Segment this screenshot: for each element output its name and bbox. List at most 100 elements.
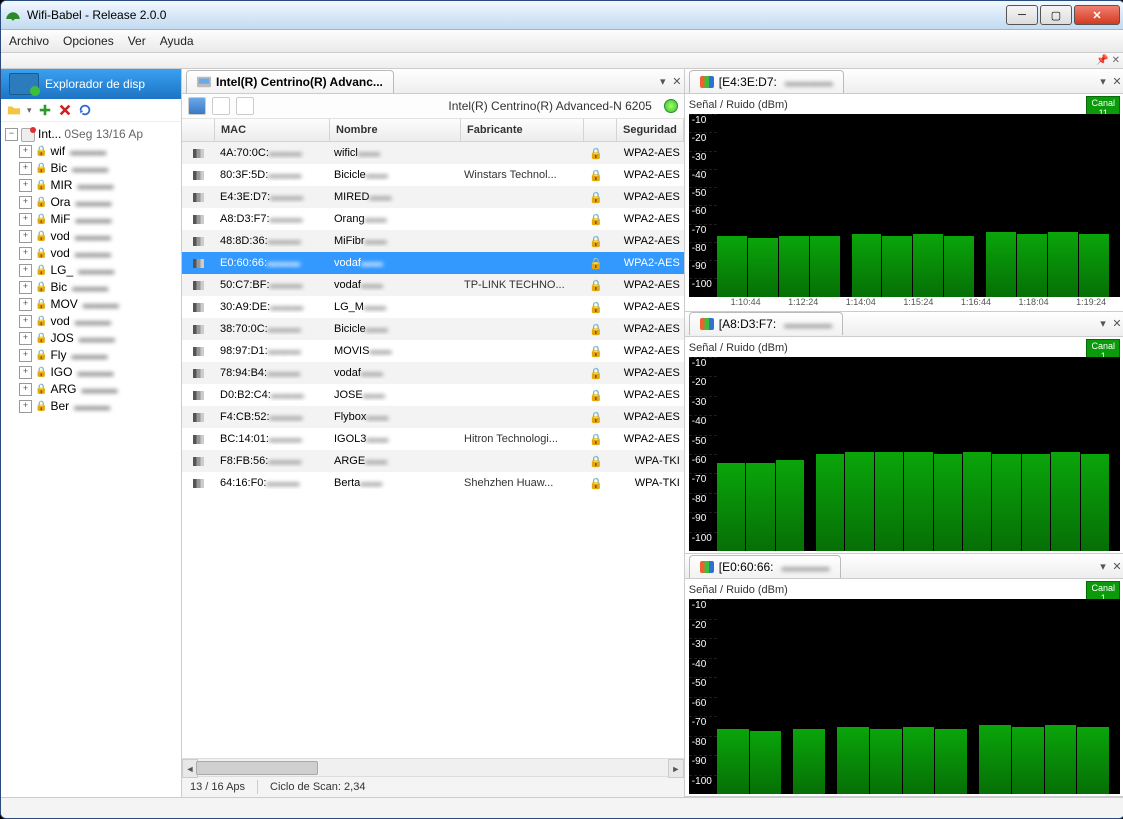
signal-icon bbox=[182, 193, 214, 202]
folder-icon[interactable] bbox=[7, 103, 21, 117]
center-tabbar: Intel(R) Centrino(R) Advanc... ▾ ✕ bbox=[182, 69, 684, 94]
table-row[interactable]: 38:70:0C:▬▬▬Bicicle▬▬🔒WPA2-AES bbox=[182, 318, 684, 340]
scroll-right-icon[interactable]: ► bbox=[668, 759, 684, 778]
expand-icon[interactable]: + bbox=[19, 196, 32, 209]
expand-icon[interactable]: + bbox=[19, 264, 32, 277]
signal-icon bbox=[182, 259, 214, 268]
tab-menu-icon[interactable]: ▾ bbox=[1096, 317, 1110, 330]
save-icon[interactable] bbox=[188, 97, 206, 115]
lock-icon: 🔒 bbox=[35, 194, 47, 211]
chart-plot: -10-20-30-40-50-60-70-80-90-100 bbox=[689, 357, 1120, 552]
expand-icon[interactable]: + bbox=[19, 366, 32, 379]
tab-close-icon[interactable]: ✕ bbox=[1110, 317, 1123, 330]
lock-icon: 🔒 bbox=[580, 213, 612, 226]
close-button[interactable]: ✕ bbox=[1074, 5, 1120, 25]
table-row[interactable]: 4A:70:0C:▬▬▬wificl▬▬🔒WPA2-AES bbox=[182, 142, 684, 164]
maximize-button[interactable]: ▢ bbox=[1040, 5, 1072, 25]
tool-icon-3[interactable] bbox=[236, 97, 254, 115]
device-tree[interactable]: −Int... 0Seg 13/16 Ap+🔒wif▬▬▬+🔒Bic▬▬▬+🔒M… bbox=[1, 122, 181, 797]
menu-view[interactable]: Ver bbox=[128, 34, 146, 48]
titlebar[interactable]: Wifi-Babel - Release 2.0.0 ─ ▢ ✕ bbox=[1, 1, 1123, 30]
minimize-button[interactable]: ─ bbox=[1006, 5, 1038, 25]
expand-icon[interactable]: + bbox=[19, 247, 32, 260]
menu-file[interactable]: Archivo bbox=[9, 34, 49, 48]
table-row[interactable]: D0:B2:C4:▬▬▬JOSE▬▬🔒WPA2-AES bbox=[182, 384, 684, 406]
tree-item[interactable]: +🔒IGO▬▬▬ bbox=[3, 364, 179, 381]
tree-item[interactable]: +🔒MOV▬▬▬ bbox=[3, 296, 179, 313]
center-statusbar: 13 / 16 Aps Ciclo de Scan: 2,34 bbox=[182, 776, 684, 797]
dropdown-icon[interactable]: ▾ bbox=[27, 105, 32, 116]
expand-icon[interactable]: + bbox=[19, 298, 32, 311]
tree-item[interactable]: +🔒Fly▬▬▬ bbox=[3, 347, 179, 364]
expand-icon[interactable]: + bbox=[19, 145, 32, 158]
close-panel-icon[interactable]: ✕ bbox=[1112, 55, 1120, 66]
scroll-thumb[interactable] bbox=[196, 761, 318, 775]
table-row[interactable]: A8:D3:F7:▬▬▬Orang▬▬🔒WPA2-AES bbox=[182, 208, 684, 230]
tab-close-icon[interactable]: ✕ bbox=[1110, 75, 1123, 88]
tree-item[interactable]: +🔒Ber▬▬▬ bbox=[3, 398, 179, 415]
signal-icon bbox=[182, 391, 214, 400]
tab-close-icon[interactable]: ✕ bbox=[1110, 560, 1123, 573]
table-row[interactable]: 64:16:F0:▬▬▬Berta▬▬Shehzhen Huaw...🔒WPA-… bbox=[182, 472, 684, 494]
expand-icon[interactable]: + bbox=[19, 315, 32, 328]
table-row[interactable]: BC:14:01:▬▬▬IGOL3▬▬Hitron Technologi...🔒… bbox=[182, 428, 684, 450]
chart-icon bbox=[700, 318, 714, 330]
expand-icon[interactable]: + bbox=[19, 179, 32, 192]
expand-icon[interactable]: + bbox=[19, 400, 32, 413]
lock-icon: 🔒 bbox=[35, 347, 47, 364]
tab-adapter[interactable]: Intel(R) Centrino(R) Advanc... bbox=[186, 70, 394, 93]
expand-icon[interactable]: + bbox=[19, 230, 32, 243]
lock-icon: 🔒 bbox=[35, 211, 47, 228]
table-row[interactable]: 50:C7:BF:▬▬▬vodaf▬▬TP-LINK TECHNO...🔒WPA… bbox=[182, 274, 684, 296]
chart-tab[interactable]: [E4:3E:D7:▬▬▬▬ bbox=[689, 70, 844, 93]
tool-icon-2[interactable] bbox=[212, 97, 230, 115]
tab-menu-icon[interactable]: ▾ bbox=[1096, 75, 1110, 88]
refresh-icon[interactable] bbox=[78, 103, 92, 117]
table-row[interactable]: 30:A9:DE:▬▬▬LG_M▬▬🔒WPA2-AES bbox=[182, 296, 684, 318]
chart-tab[interactable]: [A8:D3:F7:▬▬▬▬ bbox=[689, 312, 843, 335]
table-row[interactable]: F8:FB:56:▬▬▬ARGE▬▬🔒WPA-TKI bbox=[182, 450, 684, 472]
tree-item[interactable]: +🔒vod▬▬▬ bbox=[3, 245, 179, 262]
grid-header[interactable]: MAC Nombre Fabricante Seguridad bbox=[182, 119, 684, 142]
tree-item[interactable]: +🔒MiF▬▬▬ bbox=[3, 211, 179, 228]
expand-icon[interactable]: + bbox=[19, 162, 32, 175]
table-row[interactable]: F4:CB:52:▬▬▬Flybox▬▬🔒WPA2-AES bbox=[182, 406, 684, 428]
lock-icon: 🔒 bbox=[580, 389, 612, 402]
h-scrollbar[interactable]: ◄ ► bbox=[182, 758, 684, 776]
tab-close-icon[interactable]: ✕ bbox=[670, 75, 684, 88]
table-row[interactable]: E0:60:66:▬▬▬vodaf▬▬🔒WPA2-AES bbox=[182, 252, 684, 274]
tree-item[interactable]: +🔒MIR▬▬▬ bbox=[3, 177, 179, 194]
expand-icon[interactable]: + bbox=[19, 213, 32, 226]
tree-item[interactable]: +🔒LG_▬▬▬ bbox=[3, 262, 179, 279]
menu-help[interactable]: Ayuda bbox=[160, 34, 194, 48]
table-row[interactable]: 98:97:D1:▬▬▬MOVIS▬▬🔒WPA2-AES bbox=[182, 340, 684, 362]
add-icon[interactable] bbox=[38, 103, 52, 117]
tree-item[interactable]: +🔒vod▬▬▬ bbox=[3, 228, 179, 245]
expand-icon[interactable]: + bbox=[19, 349, 32, 362]
expand-icon[interactable]: − bbox=[5, 128, 18, 141]
charts-panel: [E4:3E:D7:▬▬▬▬▾✕Señal / Ruido (dBm)Canal… bbox=[685, 69, 1123, 797]
expand-icon[interactable]: + bbox=[19, 383, 32, 396]
delete-icon[interactable] bbox=[58, 103, 72, 117]
table-row[interactable]: 48:8D:36:▬▬▬MiFibr▬▬🔒WPA2-AES bbox=[182, 230, 684, 252]
expand-icon[interactable]: + bbox=[19, 281, 32, 294]
ap-grid[interactable]: 4A:70:0C:▬▬▬wificl▬▬🔒WPA2-AES80:3F:5D:▬▬… bbox=[182, 142, 684, 758]
table-row[interactable]: E4:3E:D7:▬▬▬MIRED▬▬🔒WPA2-AES bbox=[182, 186, 684, 208]
tree-item[interactable]: +🔒vod▬▬▬ bbox=[3, 313, 179, 330]
tree-item[interactable]: +🔒wif▬▬▬ bbox=[3, 143, 179, 160]
tree-item[interactable]: +🔒ARG▬▬▬ bbox=[3, 381, 179, 398]
table-row[interactable]: 78:94:B4:▬▬▬vodaf▬▬🔒WPA2-AES bbox=[182, 362, 684, 384]
chart-title: Señal / Ruido (dBm) bbox=[689, 99, 788, 111]
tree-item[interactable]: +🔒Bic▬▬▬ bbox=[3, 160, 179, 177]
signal-icon bbox=[182, 171, 214, 180]
chart-tab[interactable]: [E0:60:66:▬▬▬▬ bbox=[689, 555, 841, 578]
menu-options[interactable]: Opciones bbox=[63, 34, 114, 48]
tab-menu-icon[interactable]: ▾ bbox=[1096, 560, 1110, 573]
tree-item[interactable]: +🔒JOS▬▬▬ bbox=[3, 330, 179, 347]
tab-menu-icon[interactable]: ▾ bbox=[656, 75, 670, 88]
tree-item[interactable]: +🔒Bic▬▬▬ bbox=[3, 279, 179, 296]
table-row[interactable]: 80:3F:5D:▬▬▬Bicicle▬▬Winstars Technol...… bbox=[182, 164, 684, 186]
expand-icon[interactable]: + bbox=[19, 332, 32, 345]
pin-icon[interactable]: 📌 bbox=[1096, 55, 1108, 66]
tree-item[interactable]: +🔒Ora▬▬▬ bbox=[3, 194, 179, 211]
